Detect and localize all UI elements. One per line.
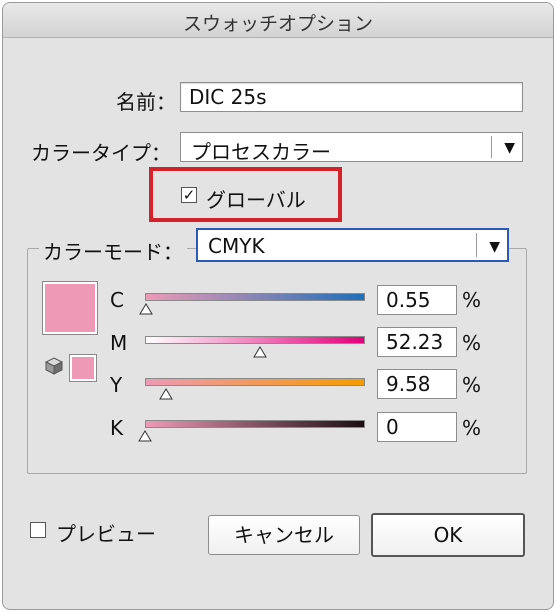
black-label: K <box>110 416 124 440</box>
cyan-slider-thumb[interactable] <box>139 303 154 315</box>
magenta-slider-thumb[interactable] <box>253 346 267 358</box>
cyan-slider-track[interactable] <box>145 293 365 301</box>
cyan-label: C <box>110 288 124 312</box>
magenta-slider-track[interactable] <box>145 336 365 344</box>
yellow-label: Y <box>110 373 123 397</box>
global-label: グローバル <box>206 188 306 212</box>
out-of-gamut-cube-icon[interactable] <box>45 357 63 375</box>
magenta-percent-unit: % <box>462 331 482 355</box>
color-type-value: プロセスカラー <box>191 140 331 164</box>
color-mode-value: CMYK <box>208 234 265 258</box>
select-divider <box>491 136 492 158</box>
title-bar[interactable]: スウォッチオプション <box>3 3 553 38</box>
color-type-label: カラータイプ： <box>31 141 171 165</box>
cyan-percent-unit: % <box>462 288 482 312</box>
dropdown-arrow-icon: ▼ <box>489 239 500 255</box>
yellow-percent-unit: % <box>462 373 482 397</box>
black-slider-track[interactable] <box>145 420 365 428</box>
global-checkbox[interactable]: ✓ <box>181 187 197 203</box>
yellow-slider-track[interactable] <box>145 378 365 386</box>
color-mode-label: カラーモード： <box>39 236 187 265</box>
ok-button[interactable]: OK <box>371 513 525 557</box>
black-percent-unit: % <box>462 416 482 440</box>
select-divider <box>476 233 477 257</box>
yellow-slider-thumb[interactable] <box>159 388 173 400</box>
preview-checkbox[interactable] <box>30 522 46 538</box>
color-preview-swatch <box>42 281 98 335</box>
preview-label: プレビュー <box>56 522 156 546</box>
magenta-value-input[interactable]: 52.23 <box>377 327 457 357</box>
color-mode-select[interactable]: CMYK ▼ <box>196 228 509 262</box>
checkmark-icon: ✓ <box>182 186 196 204</box>
dropdown-arrow-icon: ▼ <box>504 140 515 156</box>
yellow-value-input[interactable]: 9.58 <box>377 369 457 399</box>
name-input[interactable]: DIC 25s <box>180 82 523 112</box>
cancel-button[interactable]: キャンセル <box>208 515 360 555</box>
magenta-label: M <box>110 331 128 355</box>
black-slider-thumb[interactable] <box>138 430 152 442</box>
cyan-value-input[interactable]: 0.55 <box>377 285 457 315</box>
window-title: スウォッチオプション <box>182 13 373 35</box>
gamut-color-swatch[interactable] <box>69 354 97 382</box>
name-label: 名前： <box>116 90 176 114</box>
black-value-input[interactable]: 0 <box>377 412 457 442</box>
color-type-select[interactable]: プロセスカラー ▼ <box>180 132 523 164</box>
